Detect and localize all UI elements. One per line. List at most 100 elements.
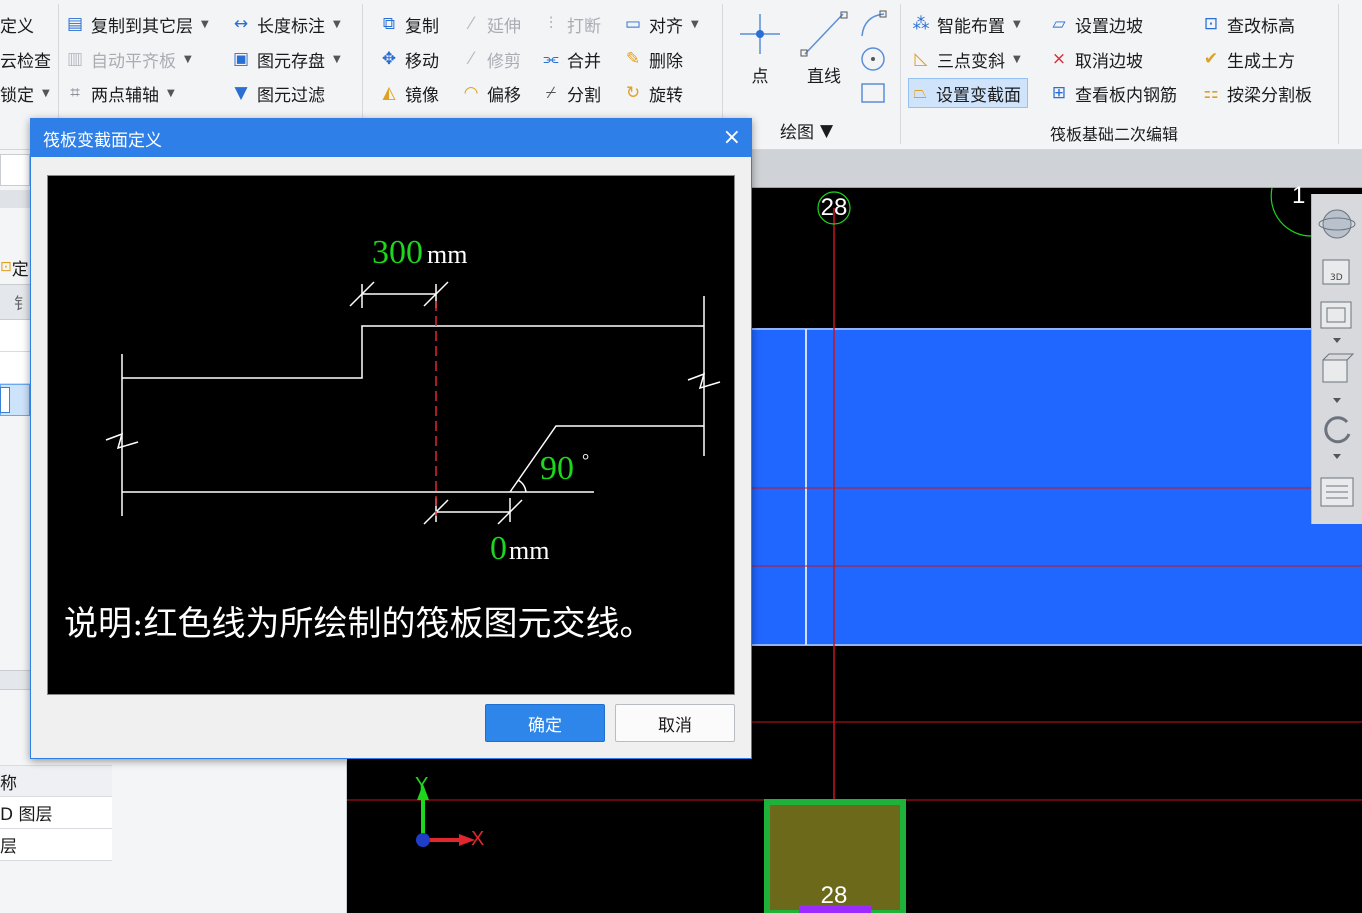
view-3d-icon[interactable]: 3D	[1322, 259, 1350, 285]
cancel-slope-button[interactable]: ⨯ 取消边坡	[1048, 44, 1143, 74]
extend-button[interactable]: ⁄ 延伸	[460, 9, 521, 39]
list-item-selected[interactable]	[0, 384, 30, 416]
set-variable-section-button[interactable]: ⏢ 设置变截面	[908, 78, 1028, 108]
panel-header-strip	[0, 190, 30, 208]
aux-axis-icon: ⌗	[70, 83, 80, 103]
section-preview: 300 mm 90 ° 0 mm 说明:红色线为所绘制的筏板图元交线。	[47, 175, 735, 695]
draw-line-button[interactable]: 直线	[798, 10, 850, 87]
view-top-icon[interactable]	[1320, 301, 1352, 329]
auto-level-slab-button[interactable]: ▥ 自动平齐板 ▼	[64, 44, 192, 74]
move-icon: ✥	[381, 49, 397, 69]
copy-to-other-floor-button[interactable]: ▤ 复制到其它层 ▼	[64, 9, 209, 39]
smart-layout-button[interactable]: ⁂ 智能布置 ▼	[910, 9, 1021, 39]
save-element-icon: ▣	[232, 49, 250, 69]
arc-icon[interactable]	[858, 10, 888, 40]
angle-value: 90	[540, 450, 574, 487]
variable-section-icon: ⏢	[913, 83, 927, 103]
define-tab[interactable]: ⊡ 定	[0, 250, 30, 284]
table-row[interactable]: 层	[0, 829, 112, 861]
break-icon: ⫶	[548, 14, 554, 34]
width-value: 0	[490, 530, 507, 567]
copy-floor-icon: ▤	[66, 14, 84, 34]
close-icon[interactable]: ×	[723, 127, 741, 149]
edit-elevation-button[interactable]: ⊡ 查改标高	[1200, 9, 1295, 39]
three-point-slope-button[interactable]: ◺ 三点变斜 ▼	[910, 44, 1021, 74]
orbit-icon[interactable]	[1318, 209, 1356, 239]
view-slab-rebar-button[interactable]: ⊞ 查看板内钢筋	[1048, 78, 1177, 108]
align-button[interactable]: ▭ 对齐 ▼	[622, 9, 699, 39]
axis-label-bottom: 28	[820, 882, 848, 909]
split-label: 分割	[567, 85, 601, 106]
element-save-button[interactable]: ▣ 图元存盘 ▼	[230, 44, 341, 74]
element-filter-button[interactable]: ▼ 图元过滤	[230, 78, 325, 108]
cancel-button[interactable]: 取消	[615, 704, 735, 742]
offset-icon: ◠	[463, 83, 479, 103]
point-icon	[740, 14, 780, 54]
list-item[interactable]	[0, 352, 30, 384]
break-button[interactable]: ⫶ 打断	[540, 9, 601, 39]
mirror-button[interactable]: ◭ 镜像	[378, 78, 439, 108]
property-table-header: 称	[0, 765, 112, 797]
chevron-down-icon: ▼	[201, 18, 209, 30]
delete-label: 删除	[649, 51, 683, 72]
layer-row-label: D 图层	[0, 805, 53, 825]
list-item[interactable]	[0, 320, 30, 352]
slope-icon: ◺	[914, 49, 928, 69]
ucs-y-label: Y	[415, 774, 429, 796]
dimension-icon: ↔	[233, 14, 249, 34]
set-slope-label: 设置边坡	[1075, 16, 1143, 37]
display-settings-icon[interactable]	[1320, 477, 1354, 507]
list-header: 钅	[0, 284, 30, 320]
define-button[interactable]: 定义	[0, 9, 34, 39]
draw-group-text: 绘图	[780, 123, 814, 143]
move-button[interactable]: ✥ 移动	[378, 44, 439, 74]
rotate-view-icon[interactable]	[1324, 416, 1351, 444]
two-point-axis-button[interactable]: ⌗ 两点辅轴 ▼	[64, 78, 175, 108]
rectangle-icon[interactable]	[858, 78, 888, 108]
move-label: 移动	[405, 51, 439, 72]
rotate-button[interactable]: ↻ 旋转	[622, 78, 683, 108]
length-dimension-button[interactable]: ↔ 长度标注 ▼	[230, 9, 341, 39]
offset-label: 偏移	[487, 85, 521, 106]
view-box-icon[interactable]	[1322, 353, 1355, 383]
lock-label: 锁定	[0, 85, 34, 106]
eraser-icon: ✎	[625, 49, 641, 69]
split-button[interactable]: ⌿ 分割	[540, 78, 601, 108]
draw-point-button[interactable]: 点	[736, 10, 784, 87]
elevation-icon: ⊡	[1203, 14, 1219, 34]
align-icon: ▭	[624, 14, 642, 34]
merge-button[interactable]: ⫘ 合并	[540, 44, 601, 74]
align-slab-icon: ▥	[66, 49, 84, 69]
extend-icon: ⁄	[469, 14, 473, 34]
width-dimension-label: 0 mm	[490, 530, 549, 568]
generate-earthwork-button[interactable]: ✔ 生成土方	[1200, 44, 1295, 74]
point-label: 点	[751, 67, 769, 87]
set-slope-button[interactable]: ⏥ 设置边坡	[1048, 9, 1143, 39]
define-tab-label: 定	[11, 259, 29, 280]
circle-icon[interactable]	[858, 44, 888, 74]
angle-dimension-label: 90 °	[540, 450, 589, 488]
copy-button[interactable]: ⧉ 复制	[378, 9, 439, 39]
draw-group-label[interactable]: 绘图 ▼	[780, 118, 833, 144]
split-icon: ⌿	[545, 83, 557, 103]
table-row[interactable]: D 图层	[0, 797, 112, 829]
merge-label: 合并	[567, 51, 601, 72]
selection-checkbox[interactable]	[0, 387, 10, 413]
svg-text:3D: 3D	[1330, 273, 1343, 283]
trim-button[interactable]: ⁄ 修剪	[460, 44, 521, 74]
split-slab-by-beam-button[interactable]: ⚏ 按梁分割板	[1200, 78, 1312, 108]
chevron-down-icon: ▼	[1013, 53, 1021, 65]
cloud-check-button[interactable]: 云检查	[0, 44, 51, 74]
offset-button[interactable]: ◠ 偏移	[460, 78, 521, 108]
delete-button[interactable]: ✎ 删除	[622, 44, 683, 74]
chevron-down-icon: ▼	[184, 53, 192, 65]
cancel-slope-label: 取消边坡	[1075, 51, 1143, 72]
set-variable-section-label: 设置变截面	[936, 85, 1021, 106]
slab-secondary-edit-group-label: 筏板基础二次编辑	[1050, 125, 1179, 144]
ok-button[interactable]: 确定	[485, 704, 605, 742]
panel-input[interactable]	[0, 154, 30, 186]
lock-button[interactable]: 锁定 ▼	[0, 78, 50, 108]
two-point-axis-label: 两点辅轴	[91, 85, 159, 106]
chevron-down-icon: ▼	[167, 87, 175, 99]
dialog-title-bar[interactable]: 筏板变截面定义 ×	[31, 119, 751, 157]
